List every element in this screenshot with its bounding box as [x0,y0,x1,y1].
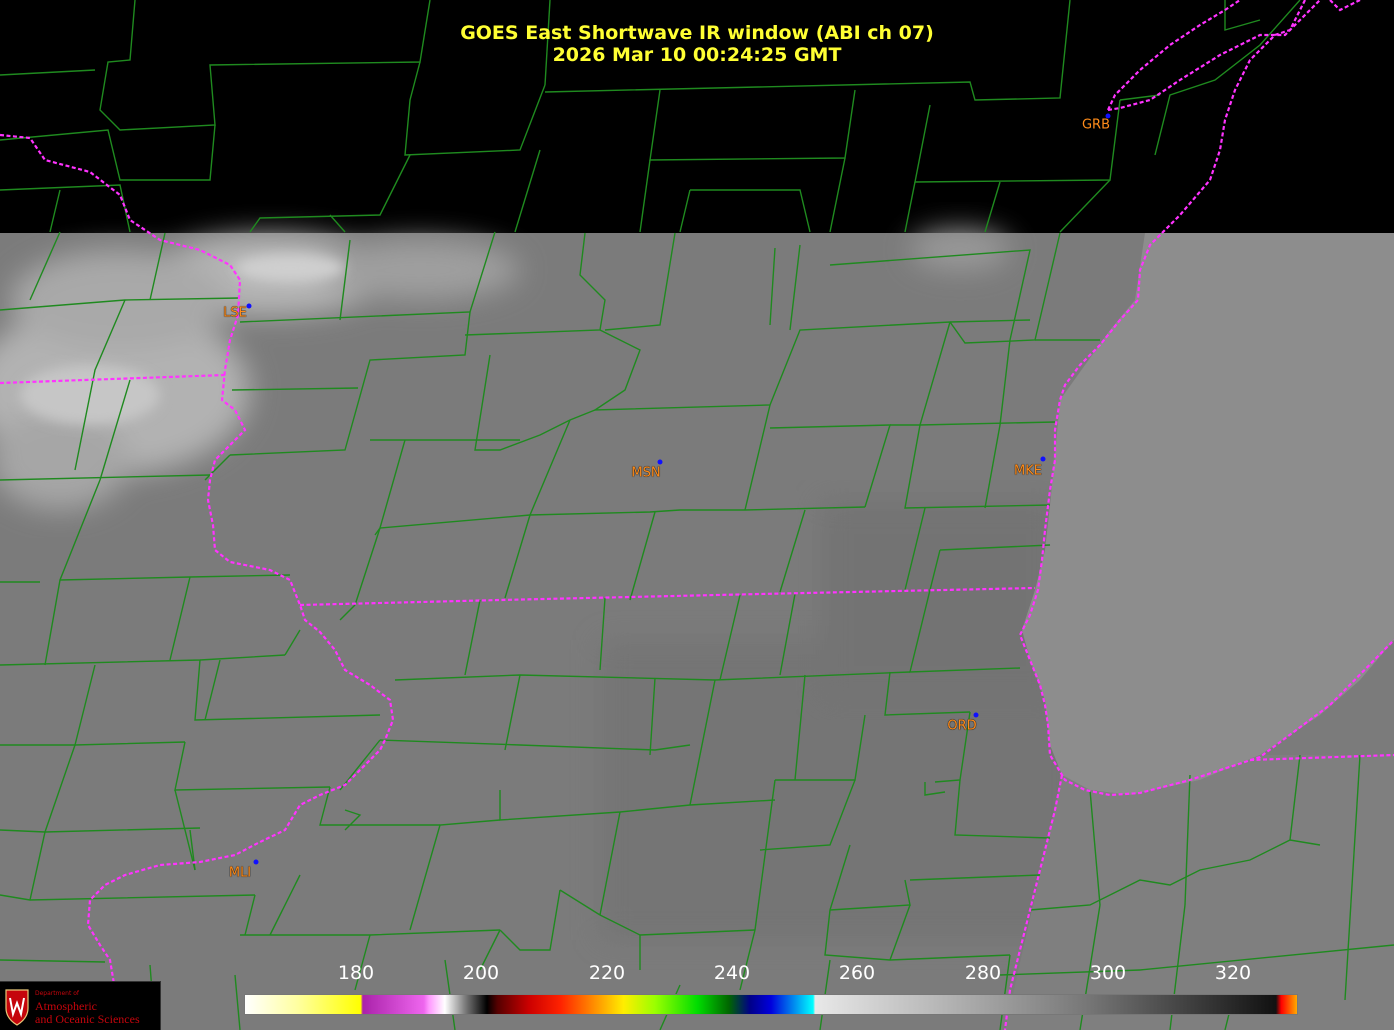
station-label-mli: MLI [228,865,252,881]
temperature-colorbar [244,994,1298,1015]
colorbar-tick-300: 300 [1089,962,1127,984]
colorbar-tick-240: 240 [713,962,751,984]
station-label-grb: GRB [1081,117,1111,133]
station-dot-mke [1040,456,1046,462]
colorbar-tick-200: 200 [462,962,500,984]
station-label-ord: ORD [947,718,977,734]
colorbar-tick-260: 260 [838,962,876,984]
aos-logo: Department of Atmospheric and Oceanic Sc… [0,981,161,1030]
colorbar-tick-180: 180 [337,962,375,984]
image-timestamp: 2026 Mar 10 00:24:25 GMT [552,44,842,66]
image-title: GOES East Shortwave IR window (ABI ch 07… [460,22,934,44]
station-dot-ord [973,712,979,718]
station-dot-lse [246,303,252,309]
station-dot-msn [657,459,663,465]
uw-crest-icon [5,989,29,1026]
logo-dept-text: Department of [35,990,79,997]
satellite-map [0,0,1394,1030]
station-label-mke: MKE [1014,463,1042,479]
station-label-lse: LSE [223,305,247,321]
station-label-msn: MSN [631,465,661,481]
colorbar-tick-280: 280 [964,962,1002,984]
colorbar-tick-320: 320 [1214,962,1252,984]
logo-line2: and Oceanic Sciences [35,1012,140,1026]
station-dot-mli [253,859,259,865]
colorbar-tick-220: 220 [588,962,626,984]
